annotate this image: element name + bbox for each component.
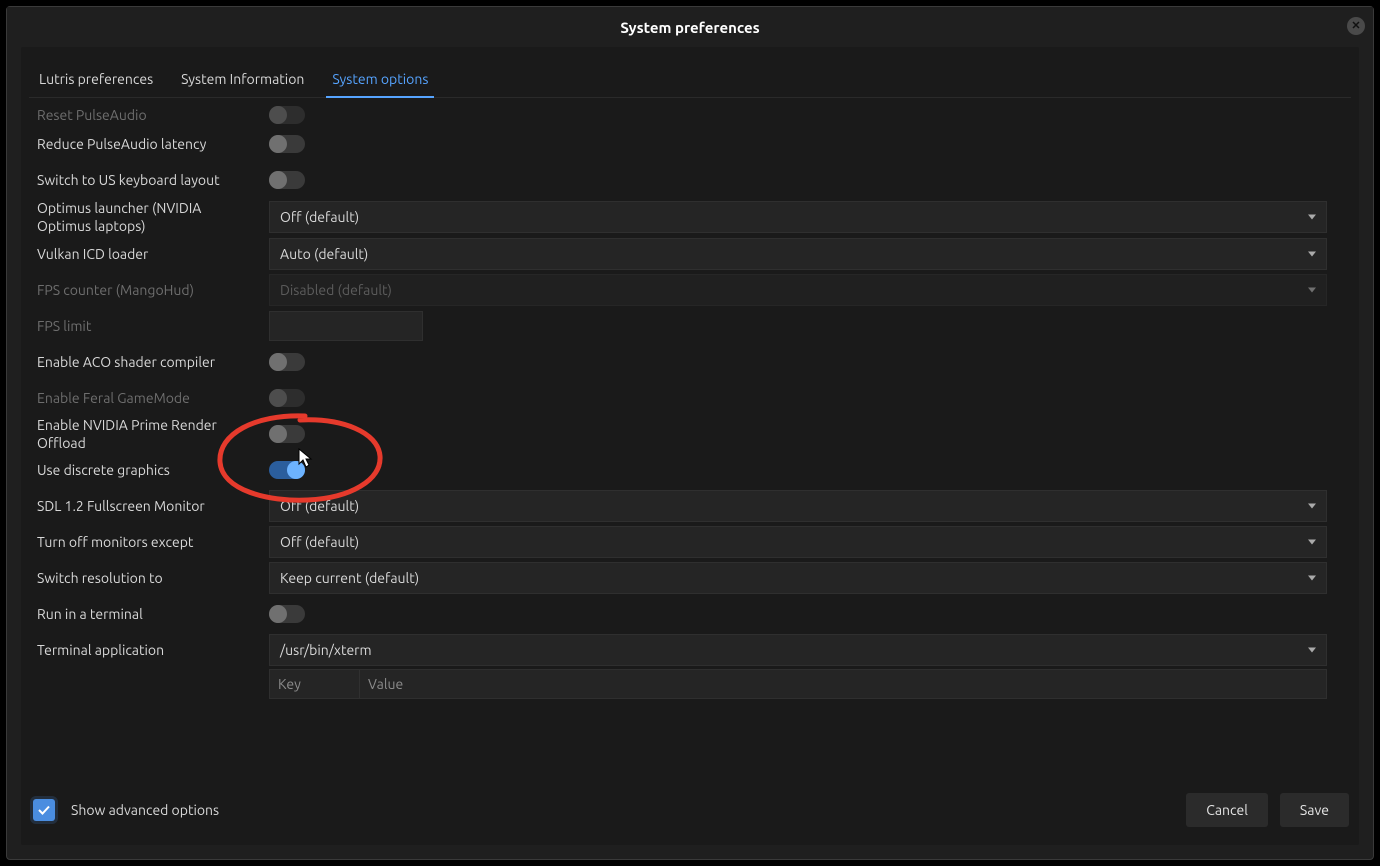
row-discrete-graphics: Use discrete graphics	[29, 452, 1351, 488]
toggle-nvidia-prime[interactable]	[269, 425, 305, 443]
row-turn-off-monitors: Turn off monitors except Off (default)	[29, 524, 1351, 560]
tabs: Lutris preferences System Information Sy…	[29, 55, 1351, 98]
preferences-window: System preferences ✕ Lutris preferences …	[6, 6, 1374, 860]
toggle-reset-pulseaudio[interactable]	[269, 106, 305, 124]
close-icon[interactable]: ✕	[1347, 17, 1365, 35]
label-terminal-app: Terminal application	[37, 641, 269, 659]
toggle-aco[interactable]	[269, 353, 305, 371]
select-vulkan-icd[interactable]: Auto (default)	[269, 238, 1327, 270]
label-vulkan-icd: Vulkan ICD loader	[37, 245, 269, 263]
env-col-key[interactable]: Key	[270, 670, 360, 698]
select-switch-resolution[interactable]: Keep current (default)	[269, 562, 1327, 594]
label-fps-counter: FPS counter (MangoHud)	[37, 281, 269, 299]
select-sdl-fullscreen[interactable]: Off (default)	[269, 490, 1327, 522]
row-run-terminal: Run in a terminal	[29, 596, 1351, 632]
select-switch-resolution-value: Keep current (default)	[280, 570, 419, 586]
select-fps-counter: Disabled (default)	[269, 274, 1327, 306]
row-nvidia-prime: Enable NVIDIA Prime Render Offload	[29, 416, 1351, 452]
chevron-down-icon	[1308, 540, 1316, 545]
row-terminal-app: Terminal application /usr/bin/xterm	[29, 632, 1351, 668]
dialog-body: Lutris preferences System Information Sy…	[21, 47, 1359, 845]
select-fps-counter-value: Disabled (default)	[280, 282, 392, 298]
options-scroll[interactable]: Reset PulseAudio Reduce PulseAudio laten…	[29, 98, 1351, 785]
row-sdl-fullscreen: SDL 1.2 Fullscreen Monitor Off (default)	[29, 488, 1351, 524]
row-aco: Enable ACO shader compiler	[29, 344, 1351, 380]
env-table-header: Key Value	[269, 669, 1327, 699]
tab-system-options[interactable]: System options	[330, 65, 430, 97]
titlebar: System preferences ✕	[7, 7, 1373, 47]
label-show-advanced: Show advanced options	[71, 802, 219, 818]
label-reset-pulseaudio: Reset PulseAudio	[37, 106, 269, 124]
row-fps-limit: FPS limit	[29, 308, 1351, 344]
select-turn-off-monitors[interactable]: Off (default)	[269, 526, 1327, 558]
label-optimus: Optimus launcher (NVIDIA Optimus laptops…	[37, 199, 269, 235]
row-reset-pulseaudio: Reset PulseAudio	[29, 104, 1351, 126]
tab-system-information[interactable]: System Information	[179, 65, 306, 97]
select-vulkan-icd-value: Auto (default)	[280, 246, 368, 262]
chevron-down-icon	[1308, 288, 1316, 293]
toggle-us-keyboard[interactable]	[269, 171, 305, 189]
select-sdl-fullscreen-value: Off (default)	[280, 498, 359, 514]
row-us-keyboard: Switch to US keyboard layout	[29, 162, 1351, 198]
row-switch-resolution: Switch resolution to Keep current (defau…	[29, 560, 1351, 596]
label-turn-off-monitors: Turn off monitors except	[37, 533, 269, 551]
label-nvidia-prime: Enable NVIDIA Prime Render Offload	[37, 416, 269, 452]
save-button[interactable]: Save	[1280, 793, 1349, 827]
toggle-reduce-latency[interactable]	[269, 135, 305, 153]
label-sdl-fullscreen: SDL 1.2 Fullscreen Monitor	[37, 497, 269, 515]
window-title: System preferences	[620, 19, 759, 36]
label-aco: Enable ACO shader compiler	[37, 353, 269, 371]
select-optimus[interactable]: Off (default)	[269, 201, 1327, 233]
chevron-down-icon	[1308, 252, 1316, 257]
row-optimus: Optimus launcher (NVIDIA Optimus laptops…	[29, 198, 1351, 236]
row-vulkan-icd: Vulkan ICD loader Auto (default)	[29, 236, 1351, 272]
chevron-down-icon	[1308, 215, 1316, 220]
label-discrete-graphics: Use discrete graphics	[37, 461, 269, 479]
env-col-value[interactable]: Value	[360, 670, 1326, 698]
input-fps-limit[interactable]	[269, 311, 423, 341]
chevron-down-icon	[1308, 504, 1316, 509]
select-terminal-app[interactable]: /usr/bin/xterm	[269, 634, 1327, 666]
toggle-feral[interactable]	[269, 389, 305, 407]
toggle-run-terminal[interactable]	[269, 605, 305, 623]
tab-lutris-preferences[interactable]: Lutris preferences	[37, 65, 155, 97]
row-feral: Enable Feral GameMode	[29, 380, 1351, 416]
label-switch-resolution: Switch resolution to	[37, 569, 269, 587]
select-optimus-value: Off (default)	[280, 209, 359, 225]
checkbox-show-advanced[interactable]	[33, 799, 55, 821]
label-fps-limit: FPS limit	[37, 317, 269, 335]
chevron-down-icon	[1308, 576, 1316, 581]
check-icon	[37, 803, 51, 817]
row-reduce-latency: Reduce PulseAudio latency	[29, 126, 1351, 162]
dialog-footer: Show advanced options Cancel Save	[29, 785, 1351, 835]
toggle-discrete-graphics[interactable]	[269, 461, 305, 479]
select-turn-off-monitors-value: Off (default)	[280, 534, 359, 550]
label-run-terminal: Run in a terminal	[37, 605, 269, 623]
label-reduce-latency: Reduce PulseAudio latency	[37, 135, 269, 153]
chevron-down-icon	[1308, 648, 1316, 653]
row-env-header: . Key Value	[29, 668, 1351, 700]
env-table-body[interactable]	[29, 700, 1351, 785]
cancel-button[interactable]: Cancel	[1186, 793, 1268, 827]
label-feral: Enable Feral GameMode	[37, 389, 269, 407]
row-fps-counter: FPS counter (MangoHud) Disabled (default…	[29, 272, 1351, 308]
select-terminal-app-value: /usr/bin/xterm	[280, 642, 372, 658]
label-us-keyboard: Switch to US keyboard layout	[37, 171, 269, 189]
